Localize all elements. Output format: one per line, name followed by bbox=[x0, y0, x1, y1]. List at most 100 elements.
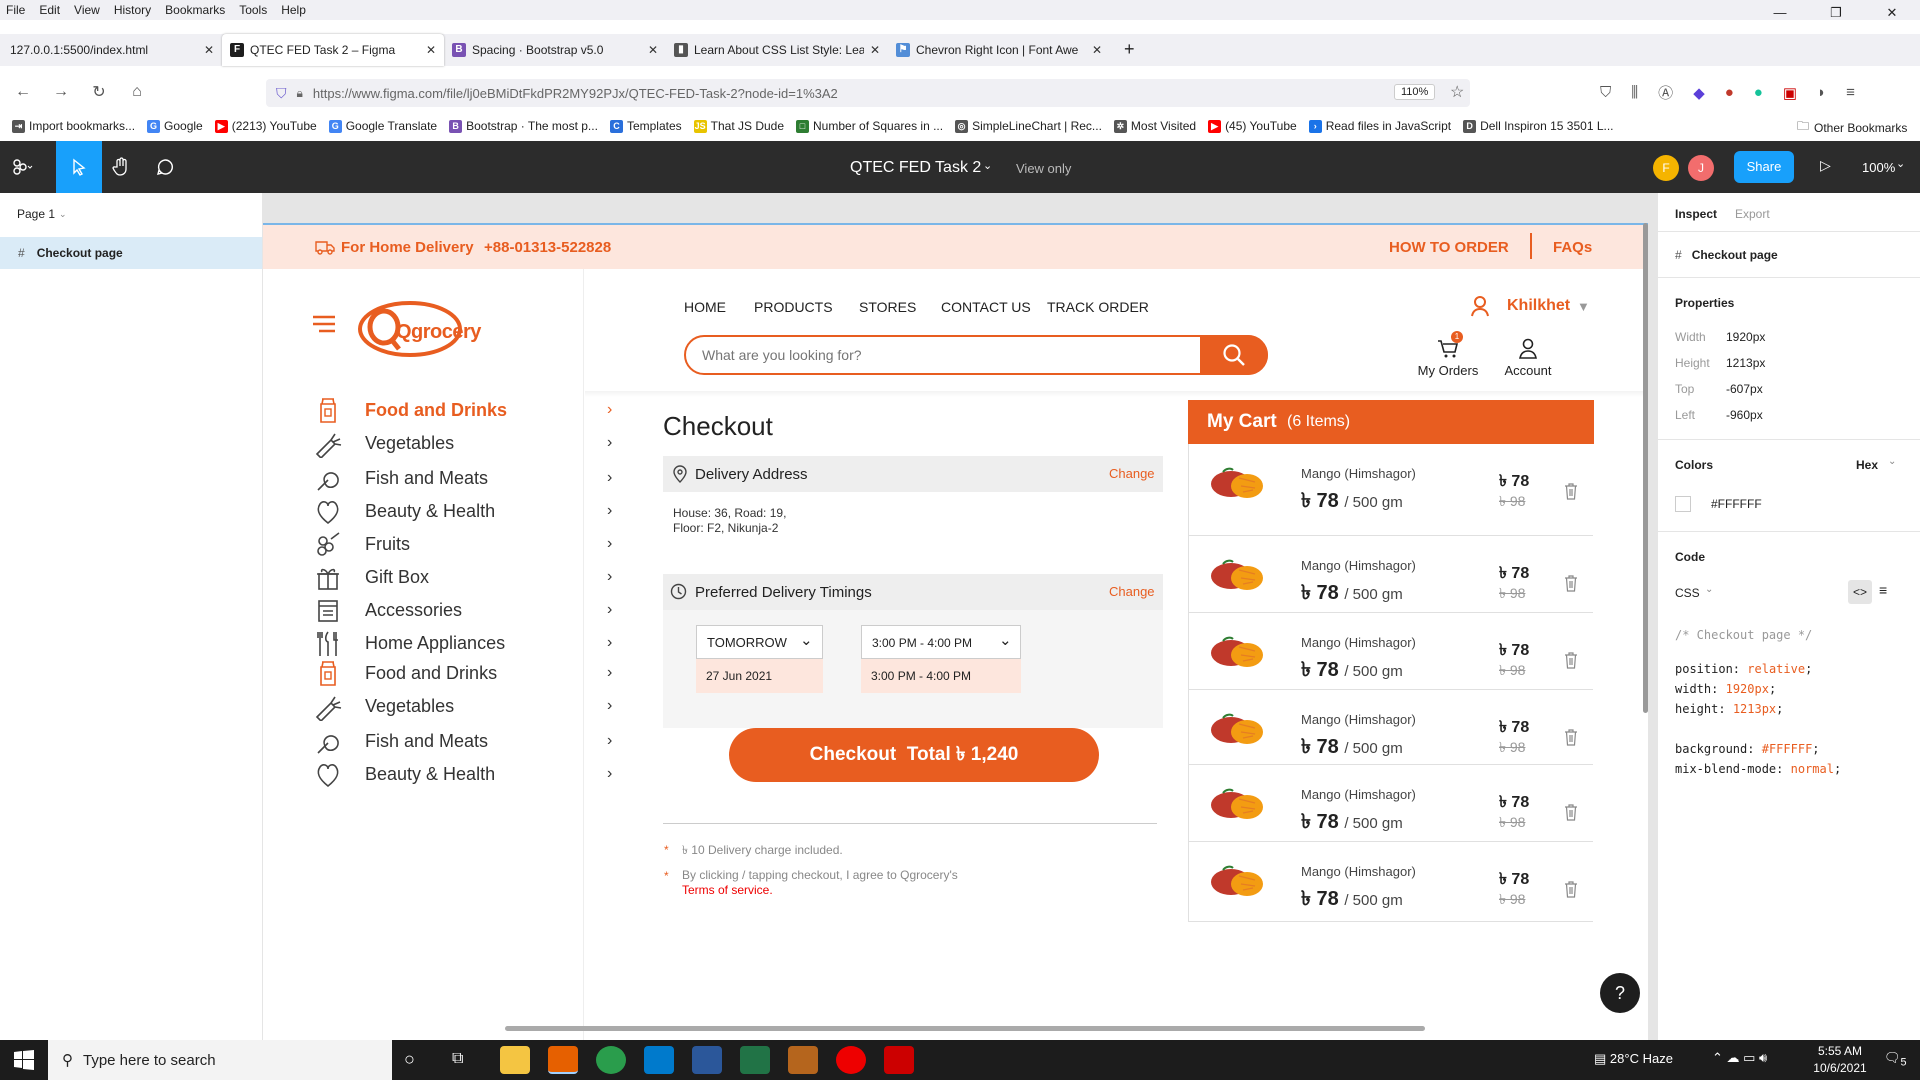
bookmark-item[interactable]: ▶ (45) YouTube bbox=[1208, 119, 1297, 133]
day-select[interactable]: TOMORROW ⌄ bbox=[696, 625, 823, 659]
chevron-down-icon[interactable]: ⌄ bbox=[1896, 157, 1905, 170]
minimize-icon[interactable]: — bbox=[1752, 0, 1808, 26]
avatar[interactable]: F bbox=[1653, 155, 1679, 181]
home-icon[interactable]: ⌂ bbox=[122, 83, 152, 101]
close-tab-icon[interactable]: ✕ bbox=[1092, 43, 1102, 57]
prop-value[interactable]: -960px bbox=[1726, 408, 1763, 422]
share-button[interactable]: Share bbox=[1734, 151, 1794, 183]
faqs-link[interactable]: FAQs bbox=[1553, 239, 1592, 256]
word-icon[interactable] bbox=[692, 1046, 722, 1074]
bookmark-item[interactable]: G Google bbox=[147, 119, 203, 133]
list-view-icon[interactable]: ≡ bbox=[1879, 582, 1887, 598]
menu-help[interactable]: Help bbox=[275, 3, 314, 17]
figma-menu-icon[interactable] bbox=[0, 141, 46, 193]
bookmark-item[interactable]: JS That JS Dude bbox=[693, 119, 784, 133]
menu-file[interactable]: File bbox=[0, 3, 33, 17]
terms-link[interactable]: Terms of service. bbox=[682, 883, 773, 897]
bookmark-item[interactable]: › Read files in JavaScript bbox=[1308, 119, 1451, 133]
checkout-page-frame[interactable]: For Home Delivery +88-01313-522828 HOW T… bbox=[263, 223, 1648, 1040]
close-tab-icon[interactable]: ✕ bbox=[204, 43, 214, 57]
nav-contact-us[interactable]: CONTACT US bbox=[941, 299, 1031, 315]
vscode-icon[interactable] bbox=[644, 1046, 674, 1074]
trash-icon[interactable] bbox=[1564, 574, 1578, 592]
figma-canvas[interactable]: For Home Delivery +88-01313-522828 HOW T… bbox=[263, 193, 1657, 1040]
code-view-icon[interactable]: <> bbox=[1848, 580, 1872, 604]
bookmark-item[interactable]: D Dell Inspiron 15 3501 L... bbox=[1463, 119, 1614, 133]
search-input[interactable] bbox=[702, 343, 1192, 367]
file-title[interactable]: QTEC FED Task 2 bbox=[850, 159, 981, 177]
bookmark-item[interactable]: □ Number of Squares in ... bbox=[796, 119, 943, 133]
browser-tab[interactable]: B Spacing · Bootstrap v5.0 ✕ bbox=[444, 34, 666, 66]
pocket-icon[interactable]: ⛉ bbox=[1600, 84, 1611, 101]
extension-icon[interactable]: ▣ bbox=[1783, 84, 1797, 102]
move-tool-icon[interactable] bbox=[56, 141, 102, 193]
change-timings-link[interactable]: Change bbox=[1109, 584, 1155, 599]
avatar[interactable]: J bbox=[1688, 155, 1714, 181]
menu-edit[interactable]: Edit bbox=[33, 3, 68, 17]
account-icon[interactable]: Ⓐ bbox=[1658, 82, 1673, 103]
chevron-down-icon[interactable]: ⌄ bbox=[1888, 456, 1896, 467]
browser-tab[interactable]: ▮ Learn About CSS List Style: Lear ✕ bbox=[666, 34, 888, 66]
qgrocery-logo[interactable]: Qgrocery bbox=[358, 297, 481, 365]
bookmark-item[interactable]: ◎ SimpleLineChart | Rec... bbox=[955, 119, 1102, 133]
close-icon[interactable]: ✕ bbox=[1864, 0, 1920, 26]
close-tab-icon[interactable]: ✕ bbox=[426, 43, 436, 57]
hamburger-menu-icon[interactable] bbox=[313, 315, 335, 333]
vertical-scrollbar[interactable] bbox=[1643, 223, 1648, 713]
trash-icon[interactable] bbox=[1564, 728, 1578, 746]
close-tab-icon[interactable]: ✕ bbox=[870, 43, 880, 57]
cortana-icon[interactable]: ○ bbox=[404, 1049, 415, 1070]
tracking-shield-icon[interactable]: ⛉ bbox=[276, 85, 287, 102]
category-item[interactable]: Vegetables › bbox=[313, 687, 623, 725]
notifications-icon[interactable]: 🗨︎5 bbox=[1884, 1050, 1907, 1069]
color-value[interactable]: #FFFFFF bbox=[1711, 497, 1762, 511]
caret-down-icon[interactable]: ▼ bbox=[1577, 299, 1590, 314]
lock-icon[interactable]: 🔒︎ bbox=[297, 86, 303, 101]
search-button[interactable] bbox=[1200, 335, 1268, 375]
file-explorer-icon[interactable] bbox=[500, 1046, 530, 1074]
trash-icon[interactable] bbox=[1564, 482, 1578, 500]
tab-export[interactable]: Export bbox=[1735, 207, 1770, 221]
nav-home[interactable]: HOME bbox=[684, 299, 726, 315]
category-item[interactable]: Vegetables › bbox=[313, 424, 623, 462]
tray-icons[interactable]: ⌃ ☁ ▭ 🔊︎ bbox=[1712, 1050, 1767, 1066]
trash-icon[interactable] bbox=[1564, 880, 1578, 898]
close-tab-icon[interactable]: ✕ bbox=[648, 43, 658, 57]
task-view-icon[interactable]: ⧉ bbox=[452, 1050, 463, 1068]
menu-bookmarks[interactable]: Bookmarks bbox=[159, 3, 233, 17]
weather-widget[interactable]: ▤ 28°C Haze bbox=[1594, 1051, 1673, 1067]
zoom-dropdown[interactable]: 100% bbox=[1862, 160, 1895, 175]
page-selector[interactable]: Page 1 ⌄ bbox=[17, 207, 67, 221]
color-format-dropdown[interactable]: Hex bbox=[1856, 458, 1878, 472]
checkout-button[interactable]: Checkout Total ৳ 1,240 bbox=[729, 728, 1099, 782]
new-tab-icon[interactable]: + bbox=[1124, 39, 1135, 60]
app-menu-icon[interactable]: ≡ bbox=[1846, 84, 1855, 101]
tab-inspect[interactable]: Inspect bbox=[1675, 207, 1717, 221]
grammarly-icon[interactable]: ● bbox=[1754, 84, 1763, 101]
location-name[interactable]: Khilkhet bbox=[1507, 297, 1570, 315]
forward-icon[interactable]: → bbox=[46, 83, 76, 101]
menu-history[interactable]: History bbox=[108, 3, 159, 17]
bookmark-item[interactable]: B Bootstrap · The most p... bbox=[449, 119, 598, 133]
horizontal-scrollbar[interactable] bbox=[505, 1026, 1425, 1031]
extension-icon[interactable]: ◗ bbox=[1817, 84, 1826, 101]
how-to-order-link[interactable]: HOW TO ORDER bbox=[1389, 239, 1509, 256]
chevron-down-icon[interactable]: ⌄ bbox=[983, 159, 992, 172]
firefox-icon[interactable] bbox=[548, 1046, 578, 1074]
back-icon[interactable]: ← bbox=[8, 83, 38, 101]
browser-tab[interactable]: 127.0.0.1:5500/index.html ✕ bbox=[0, 34, 222, 66]
prop-value[interactable]: -607px bbox=[1726, 382, 1763, 396]
acrobat-icon[interactable] bbox=[884, 1046, 914, 1074]
nav-stores[interactable]: STORES bbox=[859, 299, 916, 315]
time-select[interactable]: 3:00 PM - 4:00 PM ⌄ bbox=[861, 625, 1021, 659]
opera-icon[interactable] bbox=[836, 1046, 866, 1074]
browser-tab[interactable]: F QTEC FED Task 2 – Figma ✕ bbox=[222, 34, 444, 66]
my-orders-button[interactable]: 1 My Orders bbox=[1413, 331, 1483, 381]
extension-icon[interactable]: ◆ bbox=[1693, 84, 1705, 102]
restore-icon[interactable]: ❐ bbox=[1808, 0, 1864, 26]
clock-date[interactable]: 10/6/2021 bbox=[1805, 1061, 1875, 1075]
library-icon[interactable]: ⫼ bbox=[1631, 84, 1638, 101]
excel-icon[interactable] bbox=[740, 1046, 770, 1074]
trash-icon[interactable] bbox=[1564, 803, 1578, 821]
bookmark-item[interactable]: G Google Translate bbox=[328, 119, 437, 133]
